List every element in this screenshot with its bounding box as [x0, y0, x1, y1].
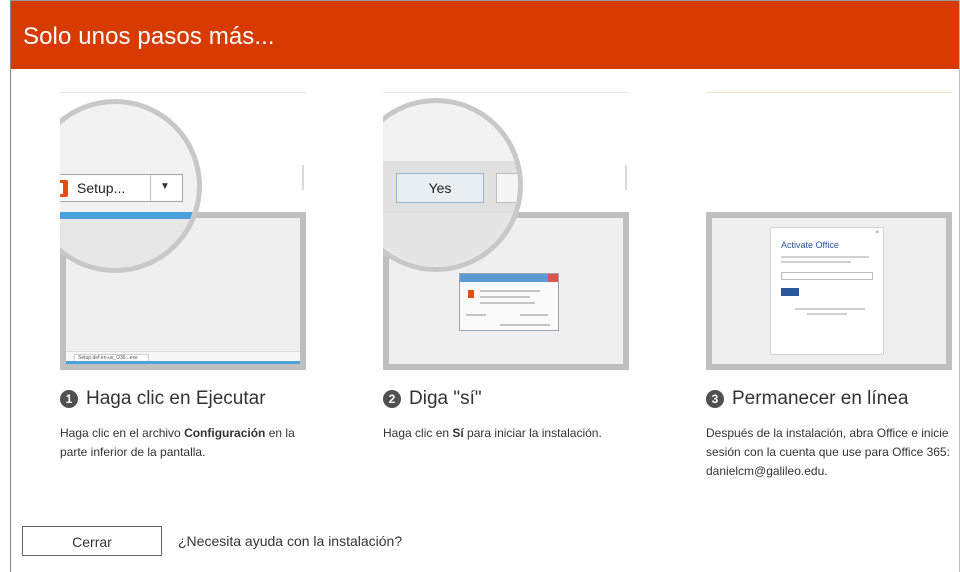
step-3: × Activate Office 3 Permanecer en línea …	[706, 90, 952, 490]
dialog-title: Solo unos pasos más...	[23, 23, 275, 50]
step-1-illustration: Setup.def.en-us_O36...exe Setup... ▼	[60, 90, 306, 370]
frame-left-border	[10, 0, 11, 572]
step-1: Setup.def.en-us_O36...exe Setup... ▼ 1 H…	[60, 90, 306, 490]
setup-download-button: Setup... ▼	[60, 174, 183, 202]
installation-help-link[interactable]: ¿Necesita ayuda con la instalación?	[178, 533, 402, 549]
close-button[interactable]: Cerrar	[22, 526, 162, 556]
magnifier-lens: Yes	[383, 98, 523, 272]
yes-button-illustration: Yes	[396, 173, 484, 203]
step-2-illustration: Yes	[383, 90, 629, 370]
taskbar: Setup.def.en-us_O36...exe	[66, 351, 300, 364]
step-description: Haga clic en Sí para iniciar la instalac…	[383, 426, 602, 440]
chevron-down-icon: ▼	[160, 181, 170, 192]
step-title: Diga "sí"	[409, 388, 482, 409]
step-number-badge: 3	[706, 390, 724, 408]
close-icon	[548, 274, 558, 282]
step-1-heading: 1 Haga clic en Ejecutar	[60, 388, 266, 410]
dialog-header: Solo unos pasos más...	[11, 1, 959, 69]
step-description: Después de la instalación, abra Office e…	[706, 426, 950, 478]
uac-dialog-thumbnail	[459, 273, 559, 331]
step-title: Permanecer en línea	[732, 388, 909, 409]
step-2-heading: 2 Diga "sí"	[383, 388, 482, 410]
setup-button-label: Setup...	[77, 180, 126, 196]
no-button-illustration	[496, 173, 518, 203]
step-title: Haga clic en Ejecutar	[86, 388, 266, 409]
step-description: Haga clic en el archivo Configuración en…	[60, 426, 295, 459]
step-2: Yes 2 Diga "sí" Haga clic en Sí para ini…	[383, 90, 629, 490]
office-logo-icon	[468, 290, 474, 298]
step-number-badge: 1	[60, 390, 78, 408]
magnifier-lens: Setup... ▼	[60, 99, 202, 273]
activate-office-card: × Activate Office	[770, 227, 884, 355]
step-3-heading: 3 Permanecer en línea	[706, 388, 908, 410]
step-3-illustration: × Activate Office	[706, 90, 952, 370]
close-icon: ×	[875, 230, 879, 236]
activate-office-title: Activate Office	[781, 240, 839, 250]
office-logo-icon	[60, 180, 68, 197]
step-number-badge: 2	[383, 390, 401, 408]
